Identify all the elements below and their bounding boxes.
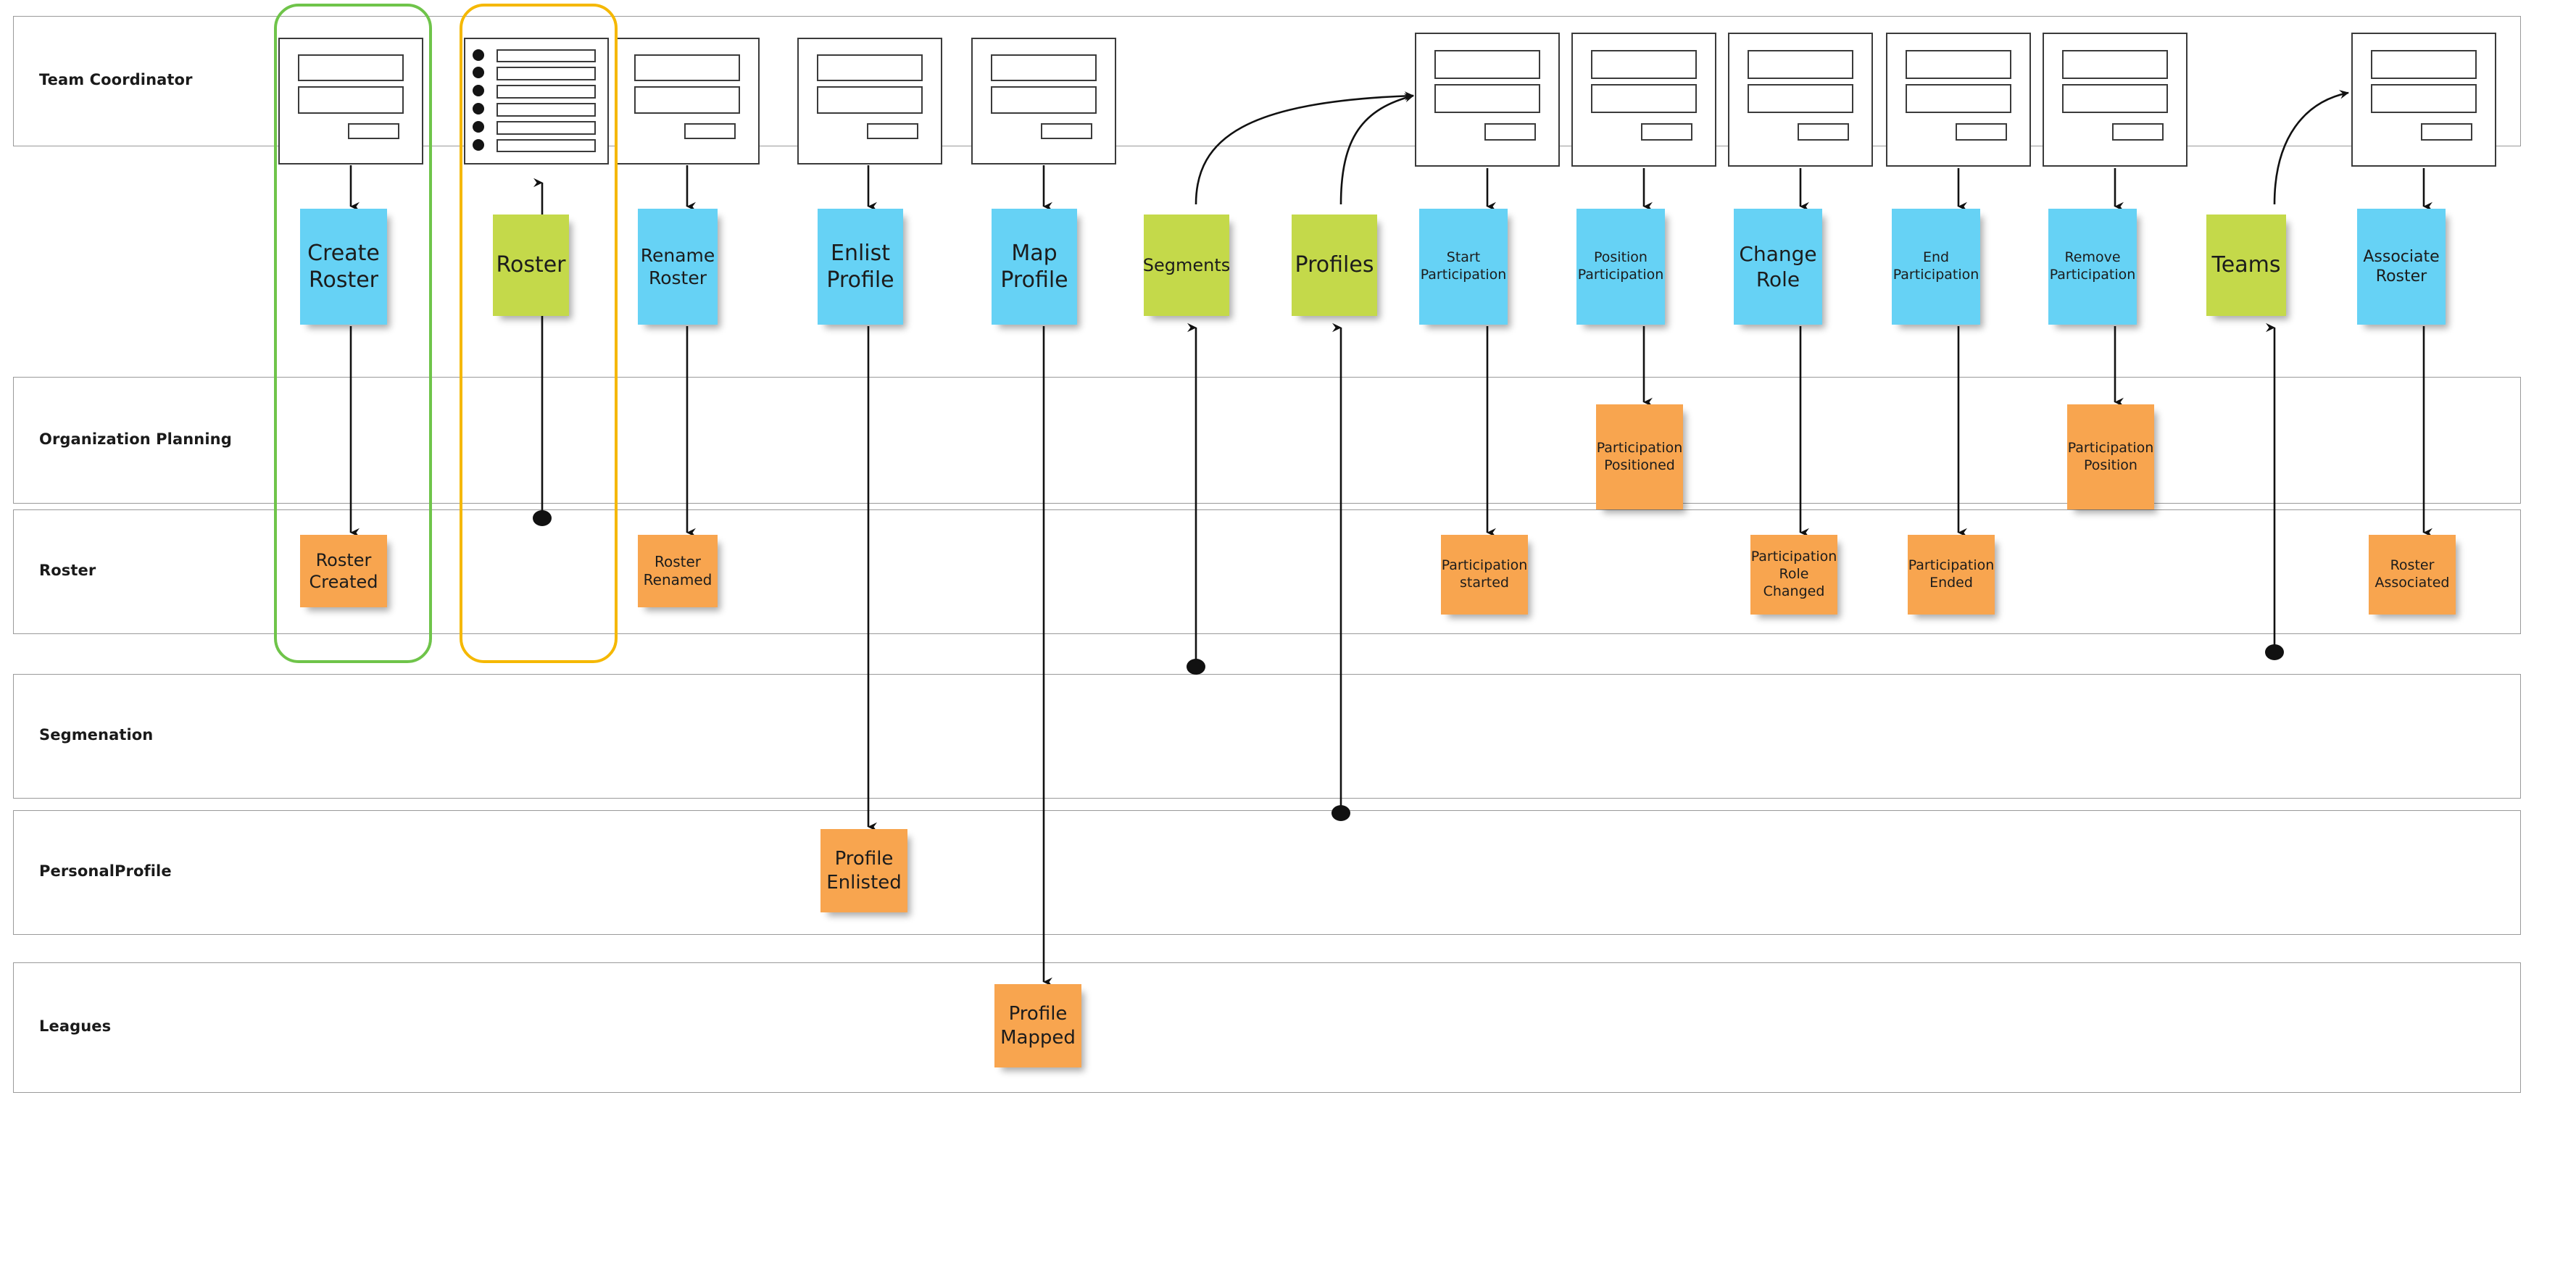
screen-input-field-primary[interactable] xyxy=(1748,49,1853,79)
screen-input-field-primary[interactable] xyxy=(634,54,740,82)
screen-submit-button[interactable] xyxy=(684,123,736,140)
screen-submit-button[interactable] xyxy=(1641,123,1692,141)
change-role-screen[interactable] xyxy=(1728,33,1873,167)
screen-input-field-secondary[interactable] xyxy=(2062,83,2168,113)
teams-dot xyxy=(2265,644,2284,660)
note-map-profile[interactable]: Map Profile xyxy=(992,209,1077,325)
note-associate-roster[interactable]: Associate Roster xyxy=(2357,209,2446,325)
start-participation-screen[interactable] xyxy=(1415,33,1560,167)
note-teams[interactable]: Teams xyxy=(2206,215,2286,316)
screen-input-field-secondary[interactable] xyxy=(817,86,923,114)
remove-participation-screen[interactable] xyxy=(2043,33,2187,167)
note-participation-started[interactable]: Participation started xyxy=(1441,535,1528,615)
note-profile-mapped[interactable]: Profile Mapped xyxy=(994,984,1081,1067)
swimlane-label-organization-planning: Organization Planning xyxy=(39,430,232,448)
screen-submit-button[interactable] xyxy=(867,123,918,140)
swimlane-label-team-coordinator: Team Coordinator xyxy=(39,71,193,88)
screen-submit-button[interactable] xyxy=(2112,123,2164,141)
note-position-participation[interactable]: Position Participation xyxy=(1576,209,1665,325)
swimlane-personalprofile xyxy=(13,810,2521,935)
create-roster-highlight xyxy=(274,4,432,663)
screen-submit-button[interactable] xyxy=(2421,123,2472,141)
swimlane-leagues xyxy=(13,962,2521,1093)
note-roster-associated[interactable]: Roster Associated xyxy=(2369,535,2456,615)
associate-roster-screen[interactable] xyxy=(2351,33,2496,167)
note-participation-positioned[interactable]: Participation Positioned xyxy=(1596,404,1683,509)
swimlane-label-segmenation: Segmenation xyxy=(39,726,154,744)
screen-submit-button[interactable] xyxy=(1798,123,1849,141)
segments-dot xyxy=(1187,659,1205,675)
enlist-profile-screen[interactable] xyxy=(797,38,942,165)
note-change-role[interactable]: Change Role xyxy=(1734,209,1822,325)
note-participation-role-changed[interactable]: Participation Role Changed xyxy=(1750,535,1837,615)
note-rename-roster[interactable]: Rename Roster xyxy=(638,209,718,325)
screen-input-field-secondary[interactable] xyxy=(1434,83,1540,113)
screen-input-field-secondary[interactable] xyxy=(634,86,740,114)
swimlane-segmenation xyxy=(13,674,2521,799)
screen-submit-button[interactable] xyxy=(1484,123,1536,141)
note-segments[interactable]: Segments xyxy=(1143,215,1230,316)
screen-input-field-primary[interactable] xyxy=(2371,49,2477,79)
roster-highlight xyxy=(460,4,618,663)
screen-input-field-primary[interactable] xyxy=(2062,49,2168,79)
event-storming-board: Team Coordinator Organization Planning Ros… xyxy=(0,0,2576,1274)
swimlane-label-roster: Roster xyxy=(39,562,96,579)
screen-input-field-secondary[interactable] xyxy=(1591,83,1697,113)
screen-input-field-primary[interactable] xyxy=(1591,49,1697,79)
note-profile-enlisted[interactable]: Profile Enlisted xyxy=(820,829,907,912)
note-participation-position[interactable]: Participation Position xyxy=(2067,404,2154,509)
screen-input-field-secondary[interactable] xyxy=(991,86,1097,114)
note-remove-participation[interactable]: Remove Participation xyxy=(2048,209,2137,325)
screen-submit-button[interactable] xyxy=(1956,123,2007,141)
map-profile-screen[interactable] xyxy=(971,38,1116,165)
position-participation-screen[interactable] xyxy=(1571,33,1716,167)
note-enlist-profile[interactable]: Enlist Profile xyxy=(818,209,903,325)
screen-input-field-secondary[interactable] xyxy=(1748,83,1853,113)
screen-input-field-primary[interactable] xyxy=(1434,49,1540,79)
screen-input-field-primary[interactable] xyxy=(1906,49,2011,79)
swimlane-label-personalprofile: PersonalProfile xyxy=(39,862,172,880)
screen-input-field-secondary[interactable] xyxy=(1906,83,2011,113)
swimlane-label-leagues: Leagues xyxy=(39,1017,112,1035)
screen-input-field-secondary[interactable] xyxy=(2371,83,2477,113)
note-roster-renamed[interactable]: Roster Renamed xyxy=(638,535,718,607)
screen-input-field-primary[interactable] xyxy=(991,54,1097,82)
screen-input-field-primary[interactable] xyxy=(817,54,923,82)
rename-roster-screen[interactable] xyxy=(615,38,760,165)
note-participation-ended[interactable]: Participation Ended xyxy=(1908,535,1995,615)
note-end-participation[interactable]: End Participation xyxy=(1892,209,1980,325)
note-start-participation[interactable]: Start Participation xyxy=(1419,209,1508,325)
end-participation-screen[interactable] xyxy=(1886,33,2031,167)
note-profiles[interactable]: Profiles xyxy=(1292,215,1377,316)
screen-submit-button[interactable] xyxy=(1041,123,1092,140)
